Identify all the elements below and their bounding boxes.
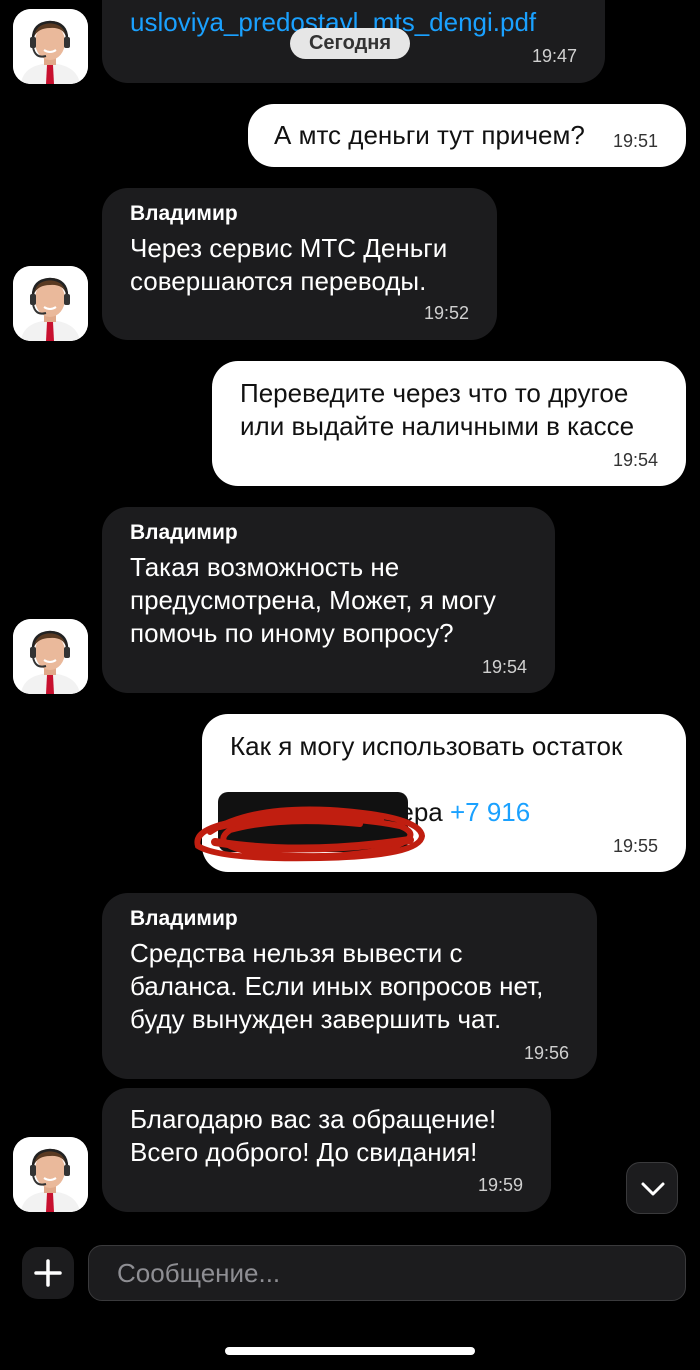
message-text: Через сервис МТС Деньги совершаются пере… [130, 233, 448, 296]
date-separator: Сегодня [290, 28, 410, 59]
sender-name: Владимир [130, 907, 238, 930]
outgoing-message: Переведите через что то другое или выдай… [212, 361, 686, 486]
incoming-message: Владимир Средства нельзя вывести с балан… [102, 893, 597, 1079]
message-input[interactable]: Сообщение... [88, 1245, 686, 1301]
message-time: 19:51 [612, 131, 658, 151]
message-time: 19:47 [531, 46, 577, 66]
message-text: А мтс деньги тут причем? [274, 120, 585, 150]
message-time: 19:56 [523, 1043, 569, 1063]
message-input-placeholder: Сообщение... [117, 1258, 281, 1288]
outgoing-message: А мтс деньги тут причем? 19:51 [248, 104, 686, 167]
agent-avatar [13, 9, 88, 84]
message-time: 19:59 [477, 1175, 523, 1195]
outgoing-message: Как я могу использовать остаток средств … [194, 714, 686, 872]
message-time: 19:52 [423, 303, 469, 323]
message-time: 19:54 [612, 450, 658, 470]
redaction-scribble [194, 792, 426, 862]
sender-name: Владимир [130, 521, 238, 544]
agent-avatar [13, 266, 88, 341]
agent-avatar [13, 1137, 88, 1212]
message-time: 19:55 [612, 836, 658, 856]
phone-link[interactable]: +7 916 [450, 797, 530, 827]
chevron-down-icon [641, 1182, 665, 1196]
sender-name: Владимир [130, 202, 238, 225]
message-text: Благодарю вас за обращение! Всего доброг… [130, 1104, 497, 1167]
scroll-to-bottom-button[interactable] [626, 1162, 678, 1214]
agent-avatar [13, 619, 88, 694]
incoming-message: Владимир Такая возможность не предусмотр… [102, 507, 555, 693]
message-text: Такая возможность не предусмотрена, Може… [130, 552, 496, 648]
message-time: 19:54 [481, 657, 527, 677]
message-text-line1: Как я могу использовать остаток [230, 731, 623, 761]
attach-button[interactable] [22, 1247, 74, 1299]
home-indicator[interactable] [225, 1347, 475, 1355]
message-text: Средства нельзя вывести с баланса. Если … [130, 938, 544, 1034]
message-text: Переведите через что то другое или выдай… [240, 378, 635, 441]
incoming-message: Благодарю вас за обращение! Всего доброг… [102, 1088, 551, 1212]
plus-icon [34, 1259, 62, 1287]
incoming-message: Владимир Через сервис МТС Деньги соверша… [102, 188, 497, 340]
